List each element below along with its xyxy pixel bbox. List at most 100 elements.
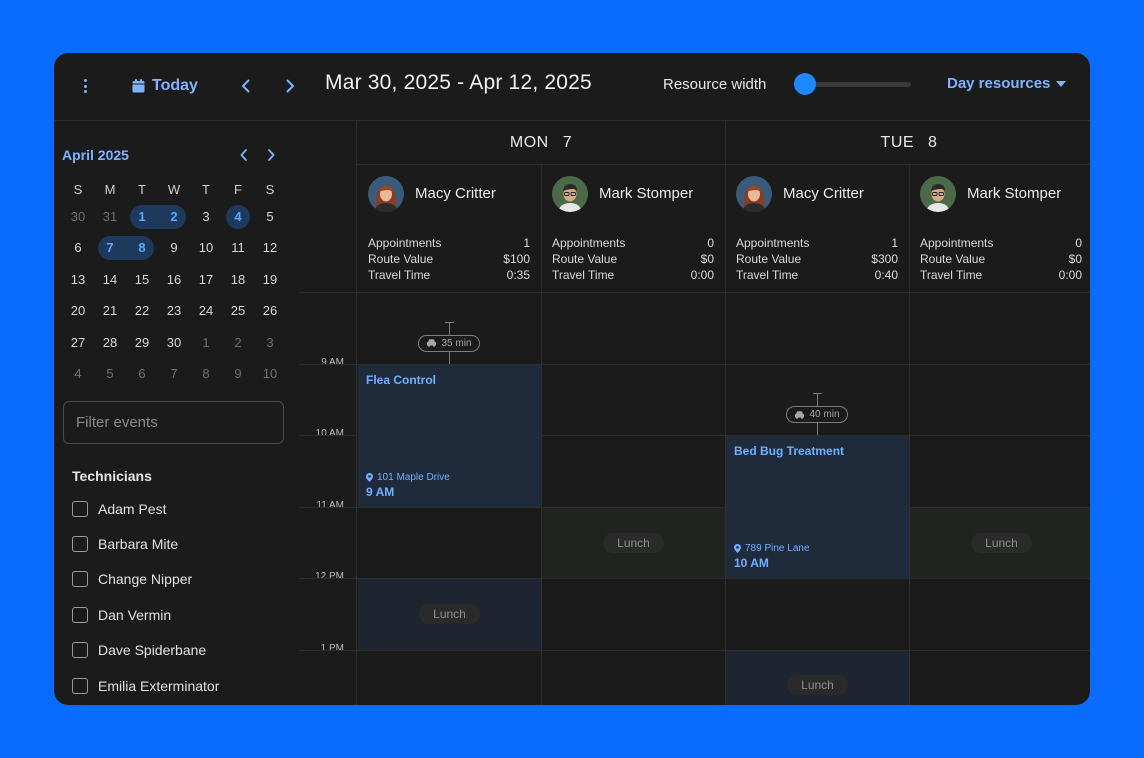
mini-calendar-day-selected[interactable]: 1 <box>126 204 158 229</box>
next-range-button[interactable] <box>279 75 301 97</box>
mini-calendar-week: 4 5 6 7 8 9 10 <box>62 359 286 391</box>
mini-calendar-day[interactable]: 8 <box>190 362 222 386</box>
mini-calendar-day[interactable]: 26 <box>254 299 286 323</box>
mini-calendar-day[interactable]: 25 <box>222 299 254 323</box>
mini-calendar-day[interactable]: 3 <box>190 205 222 229</box>
resource-width-label: Resource width <box>663 76 767 93</box>
weekday-label: S <box>73 182 83 197</box>
technician-checkbox[interactable] <box>72 571 88 588</box>
resource-header-divider <box>299 292 1090 293</box>
mini-calendar-title: April 2025 <box>62 147 129 163</box>
resource-width-slider[interactable] <box>789 73 911 95</box>
mini-calendar-day[interactable]: 27 <box>62 331 94 355</box>
mini-calendar-day-selected[interactable]: 7 <box>94 236 126 261</box>
mini-calendar-day[interactable]: 7 <box>158 362 190 386</box>
technician-checkbox[interactable] <box>72 677 88 694</box>
mini-calendar-day[interactable]: 28 <box>94 331 126 355</box>
mini-calendar-day[interactable]: 19 <box>254 268 286 292</box>
mini-calendar-day[interactable]: 9 <box>158 236 190 260</box>
lunch-block[interactable]: Lunch <box>542 507 725 578</box>
mini-calendar-day[interactable]: 29 <box>126 331 158 355</box>
technician-item[interactable]: Dave Spiderbane <box>72 633 219 668</box>
mini-calendar-day-selected[interactable]: 8 <box>126 236 158 261</box>
lunch-label: Lunch <box>971 532 1032 553</box>
today-button[interactable]: Today <box>132 73 198 99</box>
mini-calendar-day[interactable]: 31 <box>94 205 126 229</box>
technician-item[interactable]: Adam Pest <box>72 491 219 526</box>
time-label: 12 PM <box>315 571 344 582</box>
mini-calendar-day[interactable]: 14 <box>94 268 126 292</box>
resource-stats: Appointments 1 Route Value $100 Travel Time 0… <box>368 235 530 283</box>
mini-calendar-day[interactable]: 17 <box>190 268 222 292</box>
event-time: 9 AM <box>366 484 395 499</box>
technician-item[interactable]: Emilia Exterminator <box>72 668 219 703</box>
mini-calendar-day[interactable]: 13 <box>62 268 94 292</box>
event-address: 789 Pine Lane <box>734 543 810 554</box>
mini-calendar-day[interactable]: 9 <box>222 362 254 386</box>
technician-item[interactable]: Barbara Mite <box>72 526 219 561</box>
resource-header[interactable]: Macy Critter Appointments 1 Route Value $100… <box>357 165 541 292</box>
stat-row-route-value: Route Value $0 <box>552 251 714 267</box>
lunch-label: Lunch <box>787 675 848 695</box>
view-select[interactable]: Day resources <box>947 75 1067 92</box>
appointment-event[interactable]: Bed Bug Treatment 789 Pine Lane 10 AM <box>726 436 909 578</box>
technician-checkbox[interactable] <box>72 500 88 517</box>
mini-calendar-day[interactable]: 5 <box>254 205 286 229</box>
technician-checkbox[interactable] <box>72 536 88 553</box>
mini-calendar-day[interactable]: 20 <box>62 299 94 323</box>
day-header[interactable]: TUE 8 <box>725 121 1090 165</box>
mini-calendar-day[interactable]: 30 <box>62 205 94 229</box>
mini-calendar-week: 30 31 1 2 3 4 5 <box>62 201 286 233</box>
stat-value: 0 <box>1075 236 1082 250</box>
lunch-block[interactable]: Lunch <box>726 650 909 705</box>
stat-row-travel-time: Travel Time 0:00 <box>920 267 1082 283</box>
mini-calendar-day[interactable]: 23 <box>158 299 190 323</box>
technician-checkbox[interactable] <box>72 642 88 659</box>
mini-prev-month-button[interactable] <box>234 145 254 165</box>
technician-item[interactable]: Change Nipper <box>72 562 219 597</box>
stat-label: Route Value <box>552 252 618 266</box>
mini-calendar-day[interactable]: 6 <box>62 236 94 260</box>
resource-header[interactable]: Mark Stomper Appointments 0 Route Value $0 Tr… <box>541 165 725 292</box>
stat-row-travel-time: Travel Time 0:35 <box>368 267 530 283</box>
mini-calendar-day[interactable]: 4 <box>62 362 94 386</box>
stat-value: 0:40 <box>874 268 898 282</box>
filter-events-input[interactable] <box>63 401 284 444</box>
mini-calendar-day[interactable]: 16 <box>158 268 190 292</box>
mini-calendar-day[interactable]: 2 <box>222 331 254 355</box>
day-header[interactable]: MON 7 <box>357 121 725 165</box>
mini-calendar-day[interactable]: 5 <box>94 362 126 386</box>
mini-calendar-day-selected[interactable]: 2 <box>158 204 190 229</box>
mini-next-month-button[interactable] <box>261 145 281 165</box>
mini-calendar-day[interactable]: 24 <box>190 299 222 323</box>
prev-range-button[interactable] <box>235 75 257 97</box>
technician-checkbox[interactable] <box>72 606 88 623</box>
resource-header[interactable]: Mark Stomper Appointments 0 Route Value $0 Tr… <box>909 165 1090 292</box>
lunch-block[interactable]: Lunch <box>910 507 1090 578</box>
mini-calendar-day[interactable]: 1 <box>190 331 222 355</box>
more-menu-icon[interactable] <box>78 77 92 95</box>
mini-calendar-day[interactable]: 10 <box>190 236 222 260</box>
mini-calendar-day[interactable]: 18 <box>222 268 254 292</box>
mini-calendar-day[interactable]: 6 <box>126 362 158 386</box>
mini-calendar-day[interactable]: 30 <box>158 331 190 355</box>
stat-row-appointments: Appointments 0 <box>920 235 1082 251</box>
technician-item[interactable]: Dan Vermin <box>72 597 219 632</box>
travel-line <box>448 322 450 335</box>
stat-value: $0 <box>700 252 714 266</box>
mini-calendar-day[interactable]: 15 <box>126 268 158 292</box>
mini-calendar-day[interactable]: 3 <box>254 331 286 355</box>
appointment-event[interactable]: Flea Control 101 Maple Drive 9 AM <box>358 364 541 507</box>
resource-header[interactable]: Macy Critter Appointments 1 Route Value $300… <box>725 165 909 292</box>
mini-calendar-day-selected[interactable]: 4 <box>222 204 254 229</box>
mini-calendar-day[interactable]: 10 <box>254 362 286 386</box>
scheduler-window: Today Mar 30, 2025 - Apr 12, 2025 Resour… <box>54 53 1090 705</box>
mini-calendar-day[interactable]: 12 <box>254 236 286 260</box>
lunch-block[interactable]: Lunch <box>358 579 541 650</box>
mini-calendar-day[interactable]: 22 <box>126 299 158 323</box>
slider-thumb[interactable] <box>794 73 816 95</box>
weekday-label: M <box>104 182 116 197</box>
mini-calendar-day[interactable]: 11 <box>222 236 254 260</box>
chevron-right-icon <box>268 149 275 161</box>
mini-calendar-day[interactable]: 21 <box>94 299 126 323</box>
